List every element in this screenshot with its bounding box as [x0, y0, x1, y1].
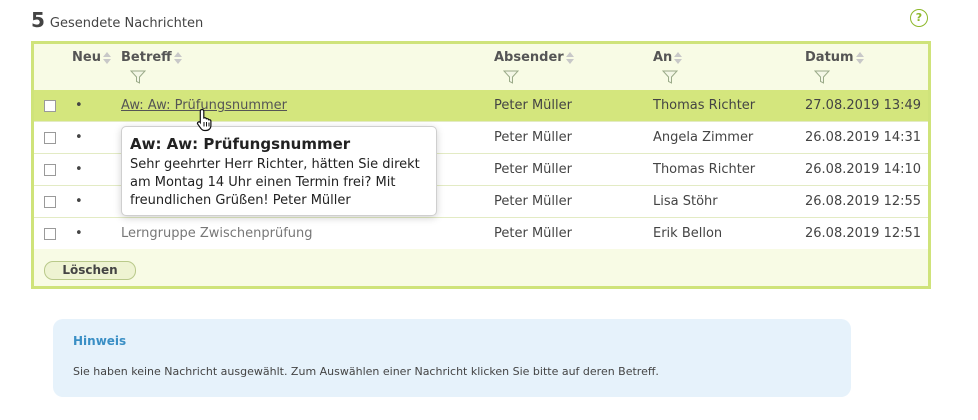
date-cell: 26.08.2019 12:55 [805, 194, 922, 209]
tooltip-title: Aw: Aw: Prüfungsnummer [130, 135, 351, 153]
table-footer: Löschen [34, 250, 928, 286]
column-header-subject[interactable]: Betreff [121, 50, 182, 65]
column-label-date: Datum [805, 50, 854, 65]
table-header: Neu Betreff Absender An Datum [34, 44, 928, 90]
sort-icon[interactable] [565, 51, 574, 65]
column-header-sender[interactable]: Absender [494, 50, 574, 65]
recipient-cell: Thomas Richter [653, 162, 756, 177]
sort-icon[interactable] [102, 51, 111, 65]
sort-icon[interactable] [173, 51, 182, 65]
unread-dot: • [75, 226, 83, 241]
hint-title: Hinweis [73, 334, 127, 348]
unread-dot: • [75, 162, 83, 177]
row-checkbox[interactable] [44, 164, 56, 176]
row-checkbox[interactable] [44, 228, 56, 240]
date-cell: 26.08.2019 12:51 [805, 226, 922, 241]
recipient-cell: Erik Bellon [653, 226, 723, 241]
row-checkbox[interactable] [44, 100, 56, 112]
date-cell: 27.08.2019 13:49 [805, 98, 922, 113]
message-count: 5 [31, 8, 45, 32]
filter-icon[interactable] [662, 70, 678, 85]
column-label-sender: Absender [494, 50, 564, 65]
delete-button[interactable]: Löschen [44, 261, 136, 280]
message-preview-tooltip: Aw: Aw: Prüfungsnummer Sehr geehrter Her… [121, 126, 437, 216]
column-header-date[interactable]: Datum [805, 50, 864, 65]
sender-cell: Peter Müller [494, 130, 572, 145]
table-row[interactable]: • Lerngruppe Zwischenprüfung Peter Mülle… [34, 218, 928, 249]
column-header-new[interactable]: Neu [72, 50, 111, 65]
row-checkbox[interactable] [44, 196, 56, 208]
help-icon[interactable]: ? [910, 9, 928, 27]
filter-icon[interactable] [814, 70, 830, 85]
date-cell: 26.08.2019 14:10 [805, 162, 922, 177]
filter-icon[interactable] [130, 70, 146, 85]
sort-icon[interactable] [674, 51, 683, 65]
page-title: Gesendete Nachrichten [49, 16, 204, 31]
column-label-new: Neu [72, 50, 101, 65]
subject-link[interactable]: Lerngruppe Zwischenprüfung [121, 226, 313, 241]
sender-cell: Peter Müller [494, 98, 572, 113]
tooltip-body: Sehr geehrter Herr Richter, hätten Sie d… [130, 157, 420, 208]
table-row[interactable]: • Aw: Aw: Prüfungsnummer Peter Müller Th… [34, 90, 928, 122]
hint-box: Hinweis Sie haben keine Nachricht ausgew… [53, 319, 851, 397]
hand-cursor-icon [196, 108, 212, 132]
sender-cell: Peter Müller [494, 162, 572, 177]
recipient-cell: Angela Zimmer [653, 130, 754, 145]
unread-dot: • [75, 194, 83, 209]
sender-cell: Peter Müller [494, 194, 572, 209]
column-header-to[interactable]: An [653, 50, 683, 65]
column-label-to: An [653, 50, 673, 65]
recipient-cell: Thomas Richter [653, 98, 756, 113]
recipient-cell: Lisa Stöhr [653, 194, 718, 209]
sender-cell: Peter Müller [494, 226, 572, 241]
date-cell: 26.08.2019 14:31 [805, 130, 922, 145]
sort-icon[interactable] [855, 51, 864, 65]
row-checkbox[interactable] [44, 132, 56, 144]
hint-text: Sie haben keine Nachricht ausgewählt. Zu… [73, 365, 659, 378]
page-header: 5 Gesendete Nachrichten [31, 8, 203, 38]
unread-dot: • [75, 98, 83, 113]
unread-dot: • [75, 130, 83, 145]
filter-icon[interactable] [503, 70, 519, 85]
column-label-subject: Betreff [121, 50, 172, 65]
